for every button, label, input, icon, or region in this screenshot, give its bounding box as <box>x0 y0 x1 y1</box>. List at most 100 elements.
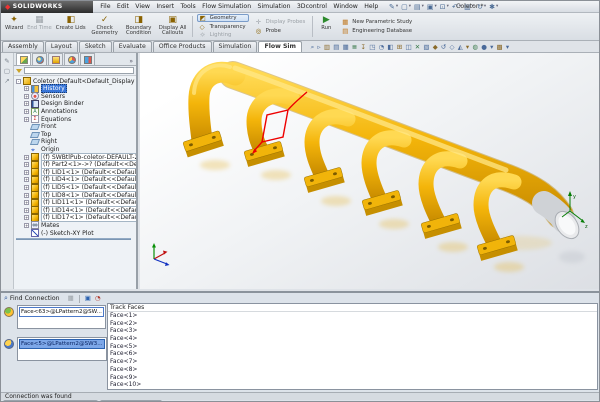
boundary-condition-button[interactable]: ◨ Boundary Condition <box>122 14 156 39</box>
view-tool-icon[interactable]: ▾ <box>504 42 510 52</box>
new-document-button[interactable]: ▢▾ <box>401 3 411 11</box>
tree-item[interactable]: Top <box>16 131 136 139</box>
track-face-row[interactable]: Face<4> <box>108 335 597 343</box>
view-tool-icon[interactable]: ● <box>480 42 489 52</box>
menu-item[interactable]: Window <box>330 1 361 12</box>
open-button[interactable]: ▤▾ <box>414 3 424 11</box>
menu-item[interactable]: Edit <box>114 1 132 12</box>
panel-tool-icon[interactable]: ▦ <box>68 294 74 303</box>
save-results-icon[interactable]: ▣ <box>85 294 91 303</box>
expand-box-icon[interactable] <box>24 117 29 122</box>
view-tool-icon[interactable]: ▦ <box>341 42 350 52</box>
view-tool-icon[interactable]: ◧ <box>386 42 395 52</box>
view-tool-icon[interactable]: ⊞ <box>395 42 404 52</box>
menu-item[interactable]: Help <box>361 1 381 12</box>
simulation-tab[interactable]: Simulation <box>213 41 258 52</box>
assembly-root-item[interactable]: Coletor (Default<Default_Display State-1… <box>16 77 136 85</box>
view-tool-icon[interactable]: ▥ <box>322 42 331 52</box>
selection-list-box[interactable]: Face<5>@LPattern2@SW3... <box>17 337 107 361</box>
menu-item[interactable]: 3Dcontrol <box>294 1 331 12</box>
sketch-tab[interactable]: Sketch <box>79 41 112 52</box>
display-probes-button[interactable]: ✛ Display Probes <box>253 18 309 27</box>
expand-box-icon[interactable] <box>24 162 29 167</box>
display-manager-tab[interactable] <box>64 53 79 65</box>
expand-box-icon[interactable] <box>24 193 29 198</box>
graphics-viewport[interactable]: y z <box>140 53 600 289</box>
track-face-row[interactable]: Face<8> <box>108 366 597 374</box>
view-tool-icon[interactable]: ✕ <box>413 42 422 52</box>
view-tool-icon[interactable]: ⌕ <box>309 42 316 52</box>
track-face-row[interactable]: Face<2> <box>108 320 597 328</box>
expand-box-icon[interactable] <box>24 109 29 114</box>
engineering-database-button[interactable]: ▤ Engineering Database <box>339 27 415 36</box>
options-button[interactable]: ✱▾ <box>489 3 498 11</box>
view-tool-icon[interactable]: ≣ <box>350 42 359 52</box>
menu-item[interactable]: Insert <box>153 1 177 12</box>
feature-tree-tab[interactable] <box>16 53 31 65</box>
view-tool-icon[interactable]: ◭ <box>456 42 464 52</box>
rollback-bar[interactable] <box>16 238 131 240</box>
panel-overflow-chevron[interactable]: » <box>129 58 136 65</box>
view-tool-icon[interactable]: ◍ <box>471 42 480 52</box>
expand-box-icon[interactable] <box>24 185 29 190</box>
track-faces-list[interactable]: Track Faces Face<1>Face<2>Face<3>Face<4>… <box>107 303 598 390</box>
print-button[interactable]: ⊡▾ <box>440 3 449 11</box>
collapse-box-icon[interactable] <box>16 79 21 84</box>
view-tool-icon[interactable]: ◫ <box>404 42 413 52</box>
track-face-row[interactable]: Face<3> <box>108 327 597 335</box>
office-products-tab[interactable]: Office Products <box>153 41 212 52</box>
manifold-model[interactable] <box>183 65 584 261</box>
property-manager-tab[interactable] <box>32 53 47 65</box>
geometry-button[interactable]: ◩ Geometry <box>197 14 249 23</box>
feature-tree-filter-input[interactable] <box>24 67 134 74</box>
track-face-row[interactable]: Face<6> <box>108 350 597 358</box>
dropdown-arrow-icon[interactable]: ▾ <box>447 4 449 9</box>
selected-face-item[interactable]: Face<5>@LPattern2@SW3... <box>19 339 105 349</box>
probe-button[interactable]: ◎ Probe <box>253 27 309 36</box>
expand-box-icon[interactable] <box>24 101 29 106</box>
view-tool-icon[interactable]: ↺ <box>439 42 448 52</box>
menu-item[interactable]: Flow Simulation <box>199 1 254 12</box>
flow-sim-tab[interactable]: Flow Sim <box>258 41 302 52</box>
track-face-row[interactable]: Face<7> <box>108 358 597 366</box>
menu-item[interactable]: File <box>97 1 114 12</box>
display-all-callouts-button[interactable]: ▣ Display All Callouts <box>156 14 190 39</box>
tree-item[interactable]: Front <box>16 123 136 131</box>
view-tool-icon[interactable]: ↧ <box>359 42 368 52</box>
dropdown-arrow-icon[interactable]: ▾ <box>422 4 424 9</box>
dropdown-arrow-icon[interactable]: ▾ <box>396 4 398 9</box>
configuration-manager-tab[interactable] <box>48 53 63 65</box>
selection-list-box[interactable]: Face<63>@LPattern2@SW... <box>17 305 106 329</box>
tree-item[interactable]: Right <box>16 138 136 146</box>
dropdown-arrow-icon[interactable]: ▾ <box>435 4 437 9</box>
side-tool-icon[interactable]: ▢ <box>4 66 10 76</box>
layout-tab[interactable]: Layout <box>45 41 78 52</box>
expand-box-icon[interactable] <box>24 223 29 228</box>
assembly-tab[interactable]: Assembly <box>2 41 44 52</box>
refresh-connection-icon[interactable]: ◔ <box>95 294 101 303</box>
dropdown-arrow-icon[interactable]: ▾ <box>409 4 411 9</box>
expand-box-icon[interactable] <box>24 155 29 160</box>
menu-item[interactable]: Tools <box>177 1 199 12</box>
dropdown-arrow-icon[interactable]: ▾ <box>496 4 498 9</box>
view-tool-icon[interactable]: ◆ <box>431 42 439 52</box>
expand-box-icon[interactable] <box>24 86 29 91</box>
menu-item[interactable]: View <box>132 1 153 12</box>
expand-box-icon[interactable] <box>24 177 29 182</box>
track-face-row[interactable]: Face<9> <box>108 374 597 382</box>
sketch-pencil-button[interactable]: ✎▾ <box>389 3 398 11</box>
track-face-row[interactable]: Face<5> <box>108 343 597 351</box>
flow-simulation-tree-tab[interactable] <box>80 53 95 65</box>
expand-box-icon[interactable] <box>24 215 29 220</box>
save-button[interactable]: ▣▾ <box>427 3 437 11</box>
run-button[interactable]: ▶ Run <box>315 14 337 39</box>
side-tool-icon[interactable]: ↗ <box>4 76 9 86</box>
expand-box-icon[interactable] <box>24 94 29 99</box>
lighting-button[interactable]: ☼ Lighting <box>197 31 249 40</box>
expand-box-icon[interactable] <box>24 208 29 213</box>
wizard-button[interactable]: ✦ Wizard <box>3 14 25 39</box>
track-face-row[interactable]: Face<10> <box>108 381 597 389</box>
dropdown-arrow-icon[interactable]: ▾ <box>484 4 486 9</box>
expand-box-icon[interactable] <box>24 200 29 205</box>
expand-box-icon[interactable] <box>24 170 29 175</box>
